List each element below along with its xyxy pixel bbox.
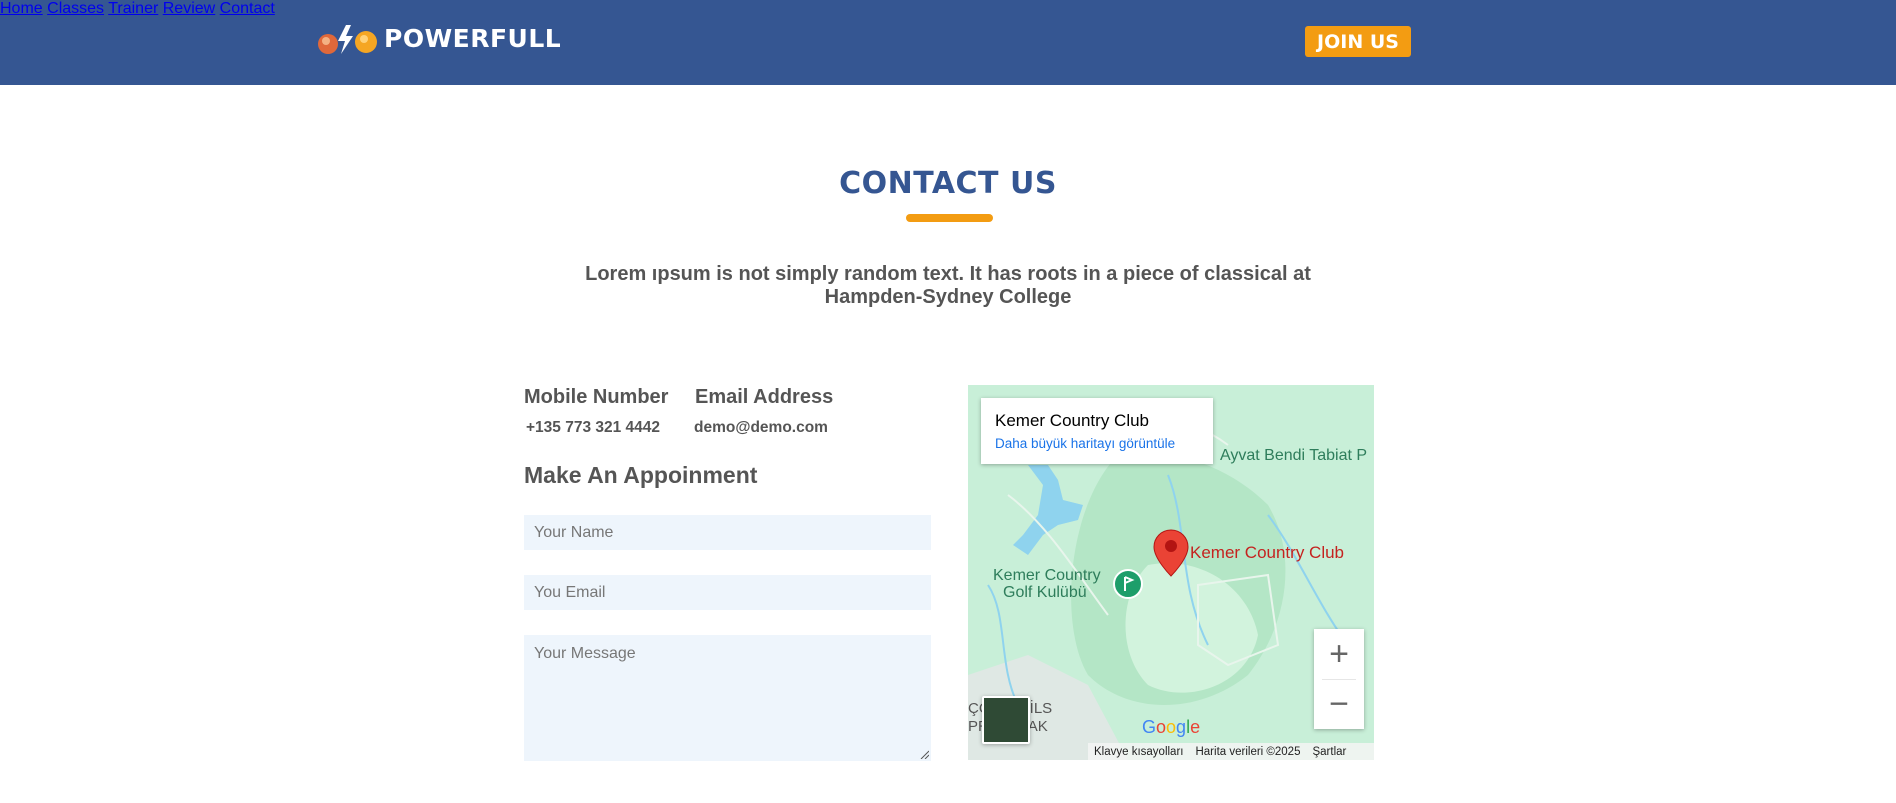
mobile-label: Mobile Number [524,386,669,408]
nav-home[interactable]: Home [0,0,43,17]
map-label-golf-line2: Golf Kulübü [1003,584,1087,601]
embedded-map[interactable]: Kemer Country Club Daha büyük haritayı g… [968,385,1374,760]
email-value: demo@demo.com [694,419,828,436]
view-larger-map-link[interactable]: Daha büyük haritayı görüntüle [995,436,1199,451]
golf-marker-icon[interactable] [1113,569,1143,603]
message-placeholder: Your Message [534,645,636,662]
resize-handle-icon[interactable] [919,749,929,759]
title-underline [906,214,993,222]
brand-logo[interactable]: POWERFULL [316,19,561,59]
email-label: Email Address [695,386,834,408]
zoom-divider [1322,679,1356,680]
site-header: POWERFULL Home Classes Trainer Review Co… [0,0,1896,85]
nav-contact[interactable]: Contact [220,0,275,17]
logo-icon [318,25,377,54]
page-subtitle: Lorem ıpsum is not simply random text. I… [585,263,1311,308]
mobile-value: +135 773 321 4442 [526,419,661,436]
map-attribution-bar: Klavye kısayolları Harita verileri ©2025… [1088,743,1374,760]
map-place-name: Kemer Country Club [995,411,1150,430]
name-placeholder: Your Name [534,524,614,541]
keyboard-shortcuts-link[interactable]: Klavye kısayolları [1088,746,1189,758]
map-place-card: Kemer Country Club Daha büyük haritayı g… [981,398,1213,464]
zoom-out-button[interactable]: − [1314,679,1364,729]
join-us-button[interactable]: JOIN US [1305,26,1411,57]
page-title: CONTACT US [839,166,1057,201]
brand-name: POWERFULL [384,24,562,53]
nav-review[interactable]: Review [163,0,215,17]
zoom-controls: + − [1314,629,1364,729]
email-placeholder: You Email [534,584,606,601]
map-data-text: Harita verileri ©2025 [1195,745,1301,758]
nav-classes[interactable]: Classes [47,0,104,17]
form-title: Make An Appoinment [524,462,758,488]
nav-trainer[interactable]: Trainer [108,0,158,17]
location-pin-icon[interactable] [1153,529,1189,577]
map-label-golf: Kemer Country Golf Kulübü [993,567,1101,601]
message-textarea[interactable]: Your Message [524,635,931,761]
google-logo: Google [1142,717,1201,737]
terms-link[interactable]: Şartlar [1306,746,1352,758]
email-input[interactable]: You Email [524,575,931,610]
map-pin-label: Kemer Country Club [1190,543,1345,562]
zoom-in-button[interactable]: + [1314,629,1364,679]
name-input[interactable]: Your Name [524,515,931,550]
satellite-toggle[interactable] [982,696,1030,744]
map-label-park: Ayvat Bendi Tabiat P [1220,447,1368,464]
map-label-golf-line1: Kemer Country [993,567,1101,584]
